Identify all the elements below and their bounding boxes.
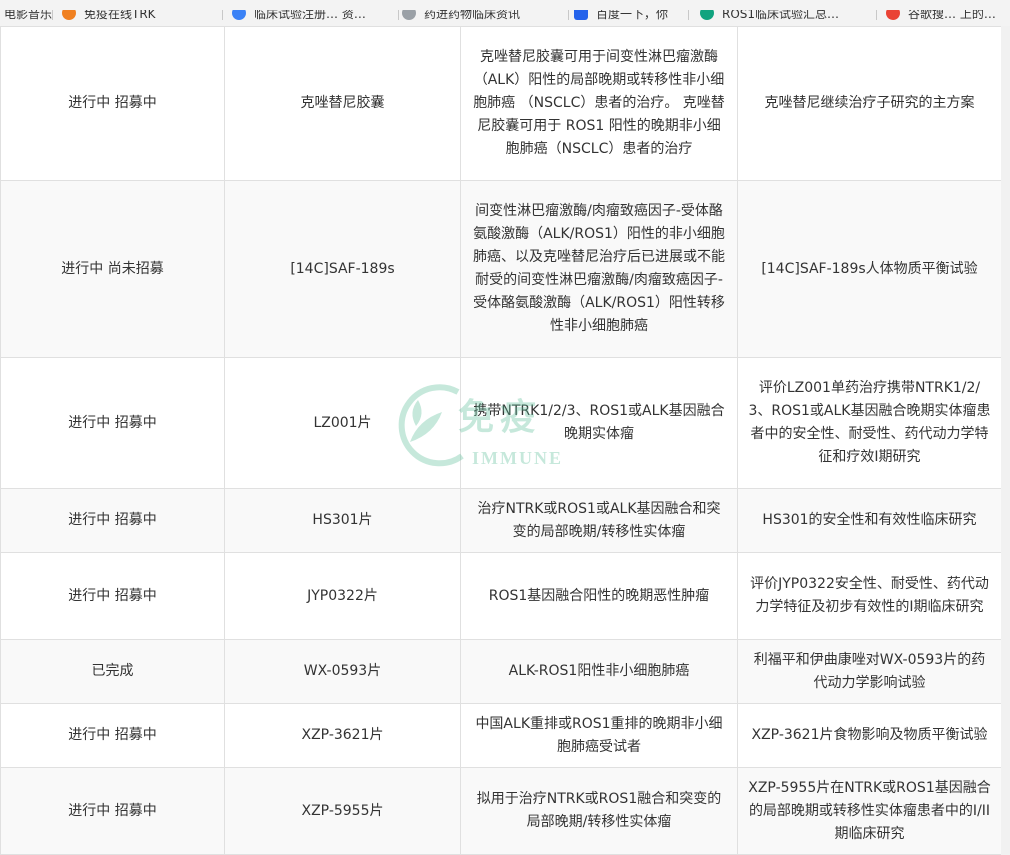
title-cell: 克唑替尼继续治疗子研究的主方案 xyxy=(737,26,1002,181)
table-row: 进行中 招募中 HS301片 治疗NTRK或ROS1或ALK基因融合和突变的局部晚期… xyxy=(0,488,1002,553)
bookmark-label: 临床试验注册… 资… xyxy=(254,6,366,21)
bookmark-label: 百度一下，你 xyxy=(596,6,669,21)
bookmark-separator xyxy=(568,10,569,20)
bookmark-label: ROS1临床试验汇总… xyxy=(722,6,840,21)
trials-table: 进行中 招募中 克唑替尼胶囊 克唑替尼胶囊可用于间变性淋巴瘤激酶（ALK）阳性的局部… xyxy=(0,26,1002,855)
bookmark-separator xyxy=(222,10,223,20)
bookmark-label: 谷歌搜… 上的… xyxy=(908,6,996,21)
bookmark-2[interactable]: 临床试验注册… 资… xyxy=(232,6,366,26)
bookmark-6[interactable]: 谷歌搜… 上的… xyxy=(886,6,996,26)
blue-wings-icon xyxy=(232,10,246,20)
title-cell: 评价JYP0322安全性、耐受性、药代动力学特征及初步有效性的I期临床研究 xyxy=(737,552,1002,640)
leaf-icon xyxy=(700,10,714,20)
status-cell: 已完成 xyxy=(0,639,225,704)
drug-cell: XZP-5955片 xyxy=(224,767,461,855)
indication-cell: 中国ALK重排或ROS1重排的晚期非小细胞肺癌受试者 xyxy=(460,703,738,768)
indication-cell: 治疗NTRK或ROS1或ALK基因融合和突变的局部晚期/转移性实体瘤 xyxy=(460,488,738,553)
baidu-icon xyxy=(574,10,588,20)
table-row: 进行中 招募中 LZ001片 携带NTRK1/2/3、ROS1或ALK基因融合晚期实… xyxy=(0,357,1002,489)
bookmark-1[interactable]: 免疫在线TRK xyxy=(62,6,156,26)
bookmark-4[interactable]: 百度一下，你 xyxy=(574,6,669,26)
status-cell: 进行中 招募中 xyxy=(0,488,225,553)
title-cell: 评价LZ001单药治疗携带NTRK1/2/3、ROS1或ALK基因融合晚期实体瘤… xyxy=(737,357,1002,489)
google-icon xyxy=(886,10,900,20)
drug-cell: 克唑替尼胶囊 xyxy=(224,26,461,181)
indication-cell: 拟用于治疗NTRK或ROS1融合和突变的局部晚期/转移性实体瘤 xyxy=(460,767,738,855)
table-row: 进行中 招募中 XZP-3621片 中国ALK重排或ROS1重排的晚期非小细胞肺癌受… xyxy=(0,703,1002,768)
indication-cell: 间变性淋巴瘤激酶/肉瘤致癌因子-受体酪氨酸激酶（ALK/ROS1）阳性的非小细胞… xyxy=(460,180,738,358)
drug-cell: LZ001片 xyxy=(224,357,461,489)
trials-table-container: 进行中 招募中 克唑替尼胶囊 克唑替尼胶囊可用于间变性淋巴瘤激酶（ALK）阳性的局部… xyxy=(0,26,1010,855)
drug-cell: JYP0322片 xyxy=(224,552,461,640)
drug-cell: HS301片 xyxy=(224,488,461,553)
table-row: 已完成 WX-0593片 ALK-ROS1阳性非小细胞肺癌 利福平和伊曲康唑对WX-0… xyxy=(0,639,1002,704)
status-cell: 进行中 招募中 xyxy=(0,552,225,640)
title-cell: XZP-5955片在NTRK或ROS1基因融合的局部晚期或转移性实体瘤患者中的I… xyxy=(737,767,1002,855)
bookmarks-bar: 电影音乐 免疫在线TRK 临床试验注册… 资… 药进药物临床资讯 百度一下，你 … xyxy=(0,0,1010,27)
table-row: 进行中 尚未招募 [14C]SAF-189s 间变性淋巴瘤激酶/肉瘤致癌因子-受体酪… xyxy=(0,180,1002,358)
bookmark-3[interactable]: 药进药物临床资讯 xyxy=(402,6,521,26)
table-row: 进行中 招募中 XZP-5955片 拟用于治疗NTRK或ROS1融合和突变的局部晚期… xyxy=(0,767,1002,855)
indication-cell: ALK-ROS1阳性非小细胞肺癌 xyxy=(460,639,738,704)
bookmark-5[interactable]: ROS1临床试验汇总… xyxy=(700,6,840,26)
status-cell: 进行中 招募中 xyxy=(0,703,225,768)
table-row: 进行中 招募中 JYP0322片 ROS1基因融合阳性的晚期恶性肿瘤 评价JYP032… xyxy=(0,552,1002,640)
status-cell: 进行中 招募中 xyxy=(0,767,225,855)
title-cell: XZP-3621片食物影响及物质平衡试验 xyxy=(737,703,1002,768)
indication-cell: 携带NTRK1/2/3、ROS1或ALK基因融合晚期实体瘤 xyxy=(460,357,738,489)
orange-swirl-icon xyxy=(62,10,76,20)
bookmark-separator xyxy=(688,10,689,20)
status-cell: 进行中 尚未招募 xyxy=(0,180,225,358)
status-cell: 进行中 招募中 xyxy=(0,357,225,489)
title-cell: [14C]SAF-189s人体物质平衡试验 xyxy=(737,180,1002,358)
bookmark-separator xyxy=(876,10,877,20)
title-cell: 利福平和伊曲康唑对WX-0593片的药代动力学影响试验 xyxy=(737,639,1002,704)
drug-cell: XZP-3621片 xyxy=(224,703,461,768)
title-cell: HS301的安全性和有效性临床研究 xyxy=(737,488,1002,553)
indication-cell: 克唑替尼胶囊可用于间变性淋巴瘤激酶（ALK）阳性的局部晚期或转移性非小细胞肺癌 … xyxy=(460,26,738,181)
bookmark-separator xyxy=(398,10,399,20)
bookmark-label: 免疫在线TRK xyxy=(84,6,156,21)
vertical-scrollbar[interactable] xyxy=(1001,26,1010,855)
bookmark-label: 电影音乐 xyxy=(4,6,53,21)
globe-icon xyxy=(402,10,416,20)
table-row: 进行中 招募中 克唑替尼胶囊 克唑替尼胶囊可用于间变性淋巴瘤激酶（ALK）阳性的局部… xyxy=(0,26,1002,181)
drug-cell: [14C]SAF-189s xyxy=(224,180,461,358)
bookmark-separator xyxy=(52,10,53,20)
drug-cell: WX-0593片 xyxy=(224,639,461,704)
status-cell: 进行中 招募中 xyxy=(0,26,225,181)
bookmark-0[interactable]: 电影音乐 xyxy=(0,6,53,26)
trials-table-body: 进行中 招募中 克唑替尼胶囊 克唑替尼胶囊可用于间变性淋巴瘤激酶（ALK）阳性的局部… xyxy=(0,26,1002,855)
indication-cell: ROS1基因融合阳性的晚期恶性肿瘤 xyxy=(460,552,738,640)
bookmark-label: 药进药物临床资讯 xyxy=(424,6,521,21)
